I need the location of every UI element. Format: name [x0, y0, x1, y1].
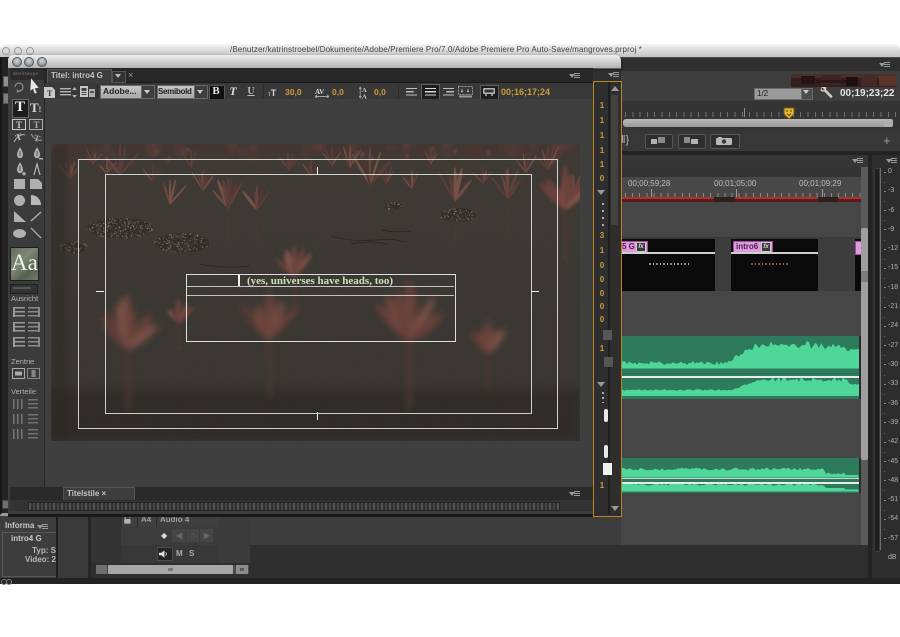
svg-text:T: T — [47, 89, 53, 98]
svg-text:AV: AV — [315, 88, 324, 96]
svg-text:T: T — [33, 133, 41, 144]
svg-text:T: T — [34, 120, 40, 130]
svg-text:T: T — [14, 131, 23, 142]
svg-text:T: T — [16, 120, 22, 130]
